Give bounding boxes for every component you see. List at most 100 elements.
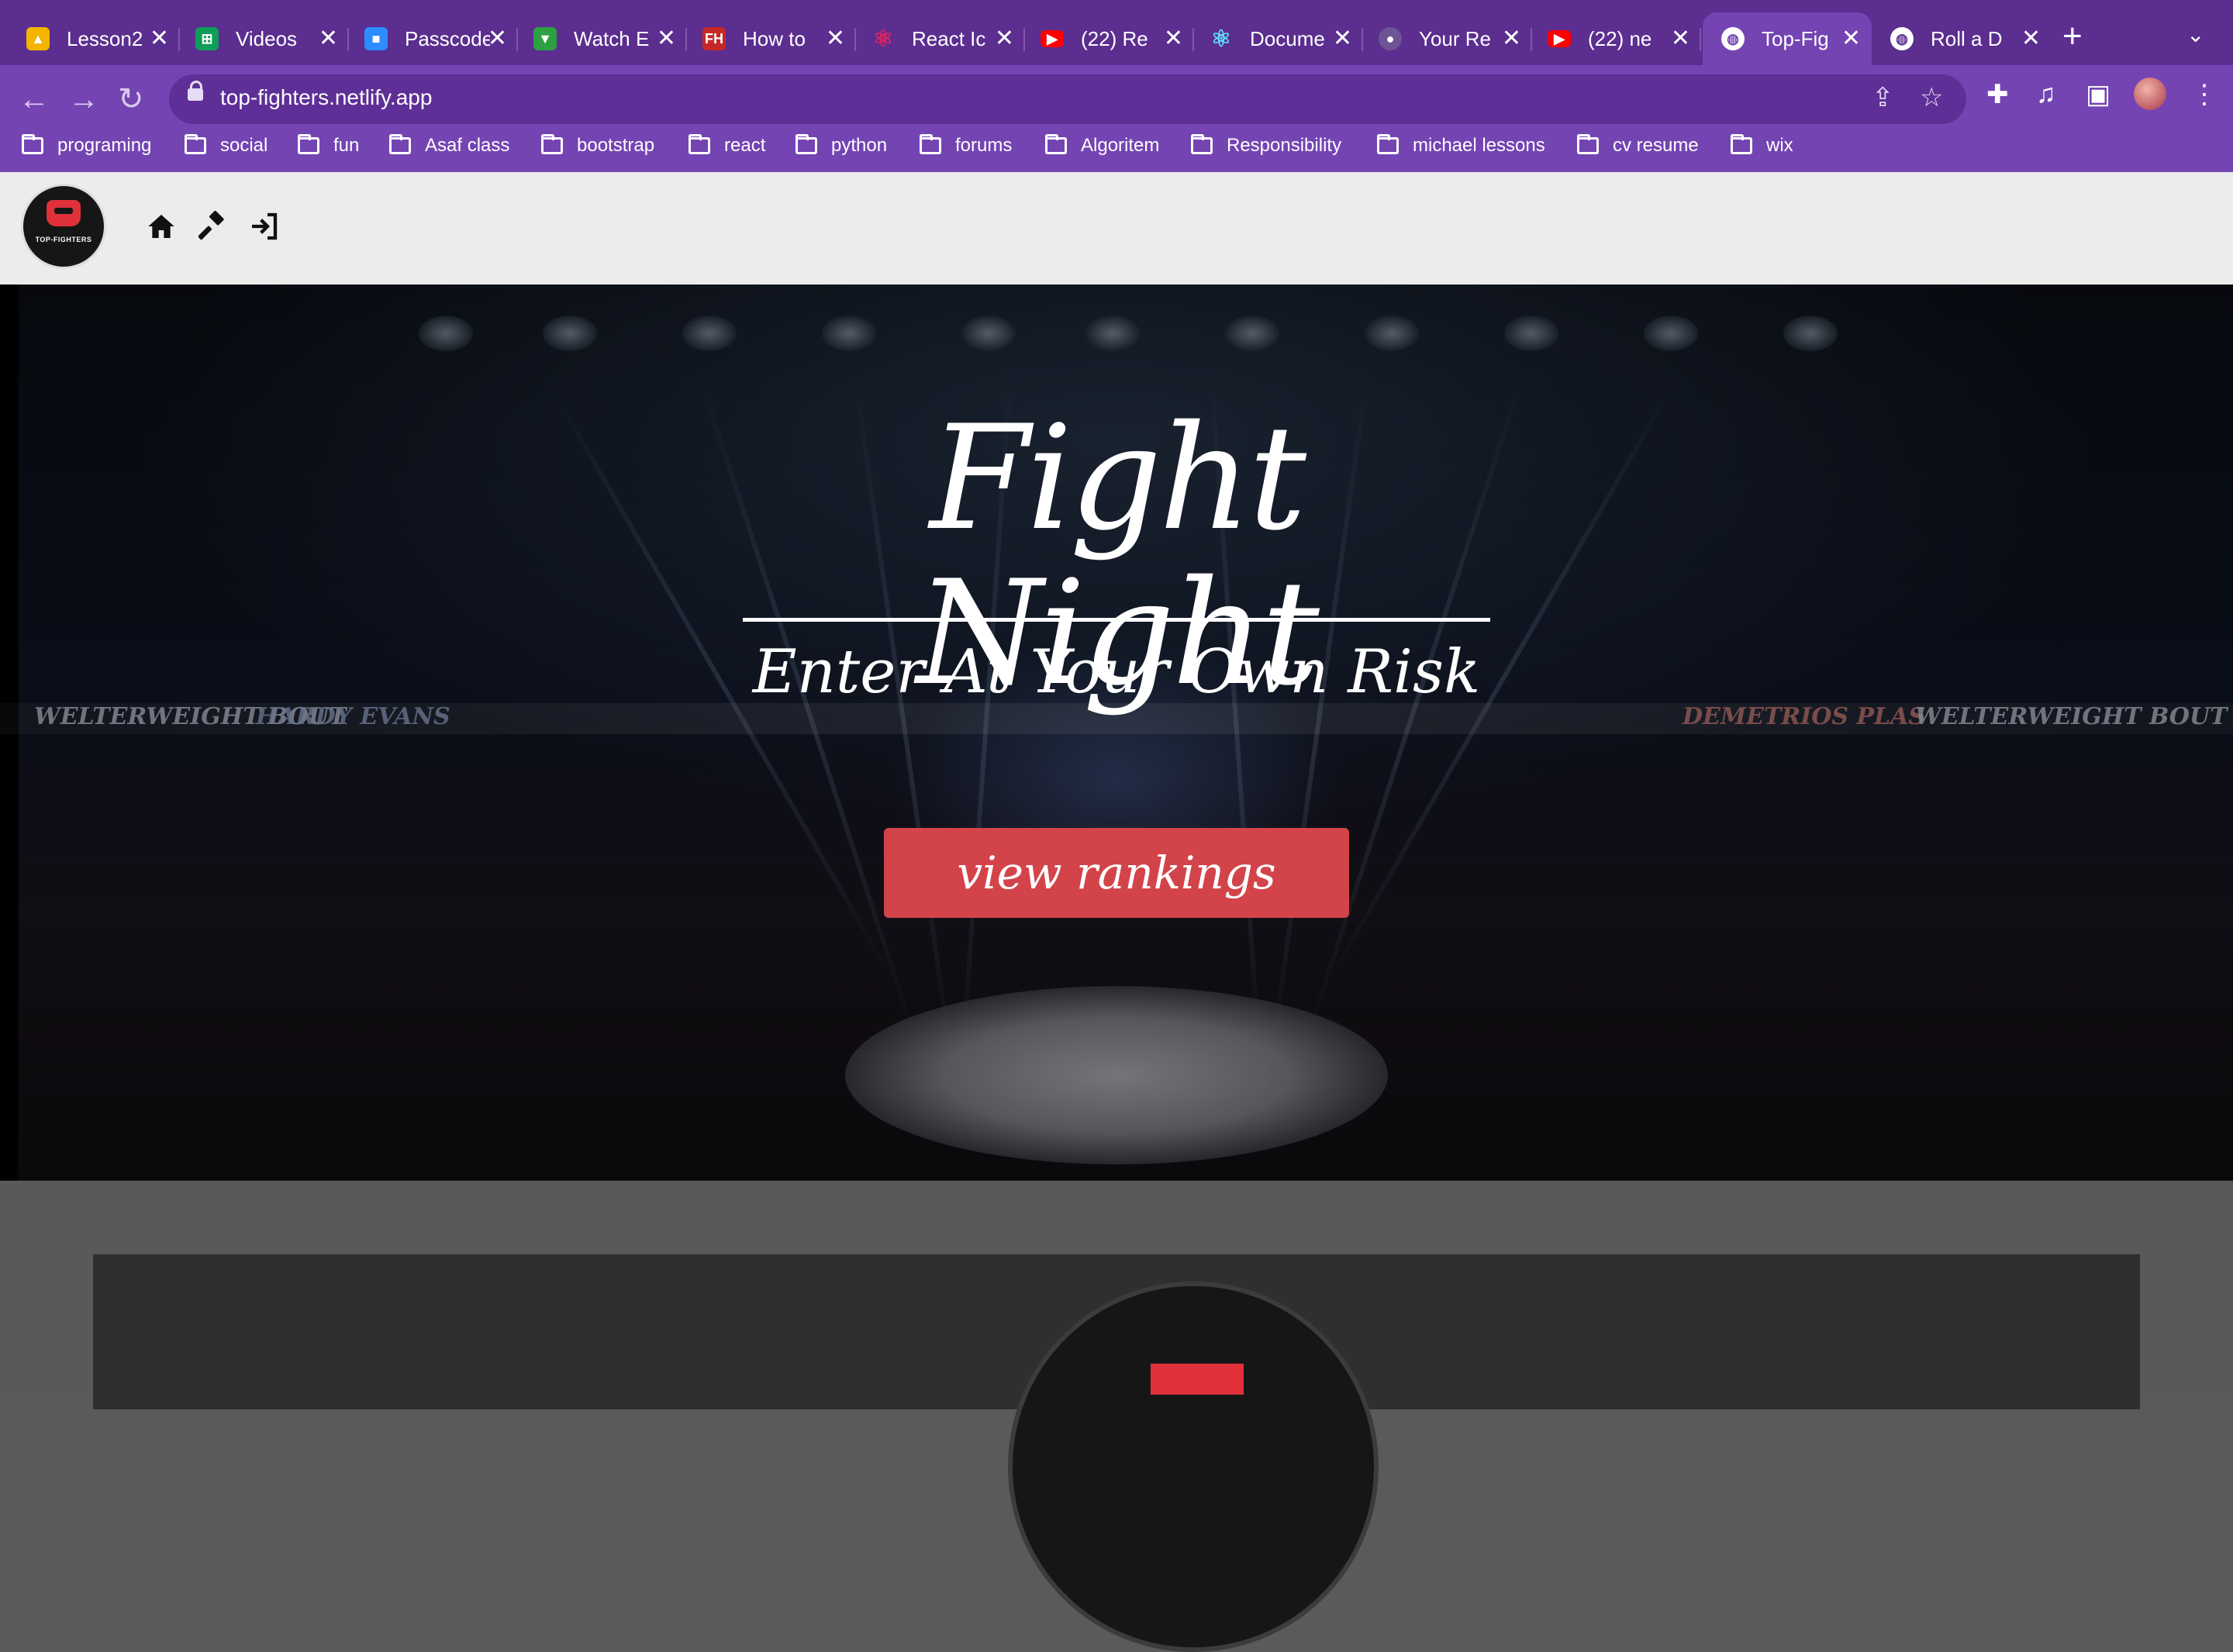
tab-title: Top-Fig bbox=[1762, 26, 1829, 50]
close-icon[interactable]: ✕ bbox=[657, 25, 676, 52]
close-icon[interactable]: ✕ bbox=[488, 25, 507, 52]
reload-icon[interactable]: ↻ bbox=[118, 76, 144, 122]
tab-github[interactable]: ● Your Re ✕ bbox=[1352, 12, 1532, 65]
bookmark-folder[interactable]: cv resume bbox=[1577, 134, 1699, 157]
tab-youtube-1[interactable]: ▶ (22) Re ✕ bbox=[1014, 12, 1194, 65]
close-icon[interactable]: ✕ bbox=[150, 25, 169, 52]
close-icon[interactable]: ✕ bbox=[826, 25, 845, 52]
bookmark-label: fun bbox=[333, 135, 360, 156]
new-tab-button[interactable]: + bbox=[2062, 17, 2083, 56]
youtube-icon: ▶ bbox=[1041, 30, 1064, 47]
folder-icon bbox=[920, 134, 941, 154]
folder-icon bbox=[22, 134, 43, 154]
tab-title: Watch E bbox=[574, 26, 650, 50]
folder-icon bbox=[185, 134, 206, 154]
tab-title: How to bbox=[743, 26, 806, 50]
gavel-icon[interactable] bbox=[198, 211, 230, 242]
tab-how-to[interactable]: FH How to ✕ bbox=[676, 12, 856, 65]
tab-top-fighters[interactable]: ◍ Top-Fig ✕ bbox=[1703, 12, 1872, 65]
close-icon[interactable]: ✕ bbox=[1164, 25, 1183, 52]
tab-title: Roll a D bbox=[1931, 26, 2003, 50]
tab-strip: ▲ Lesson2 ✕ ⊞ Videos ✕ ■ Passcode ✕ ▼ Wa… bbox=[0, 0, 2233, 65]
bookmark-label: programing bbox=[57, 135, 152, 156]
bookmark-label: forums bbox=[955, 135, 1013, 156]
address-bar[interactable]: top-fighters.netlify.app ⇪ ☆ bbox=[169, 74, 1966, 124]
card-logo bbox=[1008, 1281, 1379, 1652]
bookmark-folder[interactable]: react bbox=[689, 134, 765, 157]
folder-icon bbox=[1731, 134, 1752, 154]
back-icon[interactable]: ← bbox=[19, 76, 50, 122]
hero-subtitle: Enter At Your Own Risk bbox=[752, 637, 1481, 707]
bookmark-folder[interactable]: Algoritem bbox=[1045, 134, 1159, 157]
bookmark-folder[interactable]: wix bbox=[1731, 134, 1793, 157]
side-panel-icon[interactable]: ▣ bbox=[2086, 79, 2110, 110]
fist-icon bbox=[1151, 1364, 1244, 1395]
tab-document[interactable]: ⚛ Docume ✕ bbox=[1183, 12, 1363, 65]
tab-search-chevron-icon[interactable]: ⌄ bbox=[2186, 22, 2204, 47]
hero-section: WELTERWEIGHT BOUT HARDY EVANS DEMETRIOS … bbox=[0, 285, 2233, 1181]
bookmarks-bar: programing social fun Asaf class bootstr… bbox=[0, 124, 2233, 171]
url-text: top-fighters.netlify.app bbox=[220, 85, 433, 109]
tab-title: Videos bbox=[236, 26, 298, 50]
bookmark-label: Asaf class bbox=[425, 135, 510, 156]
tab-title: Your Re bbox=[1419, 26, 1491, 50]
bookmark-folder[interactable]: social bbox=[185, 134, 268, 157]
close-icon[interactable]: ✕ bbox=[995, 25, 1014, 52]
bookmark-label: python bbox=[831, 135, 888, 156]
tab-title: Docume bbox=[1250, 26, 1325, 50]
tab-react-icons[interactable]: ⚛ React Ic ✕ bbox=[845, 12, 1025, 65]
forward-icon[interactable]: → bbox=[68, 76, 99, 122]
tab-videos[interactable]: ⊞ Videos ✕ bbox=[169, 12, 349, 65]
site-navbar: TOP-FIGHTERS bbox=[0, 172, 2233, 285]
content-section bbox=[0, 1181, 2233, 1652]
site-logo[interactable]: TOP-FIGHTERS bbox=[23, 186, 104, 267]
bookmark-folder[interactable]: Responsibility bbox=[1191, 134, 1341, 157]
bookmark-folder[interactable]: forums bbox=[920, 134, 1013, 157]
close-icon[interactable]: ✕ bbox=[1333, 25, 1352, 52]
close-icon[interactable]: ✕ bbox=[1671, 25, 1690, 52]
github-icon: ● bbox=[1379, 27, 1402, 50]
react-icon: ⚛ bbox=[872, 26, 894, 52]
tab-roll-a-die[interactable]: ◍ Roll a D ✕ bbox=[1872, 12, 2052, 65]
extensions-puzzle-icon[interactable]: ✚ bbox=[1986, 79, 2009, 110]
profile-avatar[interactable] bbox=[2134, 78, 2166, 110]
lock-icon bbox=[188, 81, 203, 101]
folder-icon bbox=[389, 134, 411, 154]
bookmark-folder[interactable]: Asaf class bbox=[389, 134, 510, 157]
tab-youtube-2[interactable]: ▶ (22) ne ✕ bbox=[1521, 12, 1701, 65]
bookmark-label: bootstrap bbox=[577, 135, 655, 156]
close-icon[interactable]: ✕ bbox=[1502, 25, 1521, 52]
globe-icon: ◍ bbox=[1721, 27, 1745, 50]
tab-lesson2[interactable]: ▲ Lesson2 ✕ bbox=[0, 12, 180, 65]
tab-title: Passcode bbox=[405, 26, 490, 50]
fist-icon bbox=[47, 200, 81, 226]
bookmark-label: social bbox=[220, 135, 268, 156]
fighter-card bbox=[93, 1254, 2140, 1652]
bookmark-star-icon[interactable]: ☆ bbox=[1920, 82, 1943, 113]
globe-icon: ◍ bbox=[1890, 27, 1914, 50]
bookmark-folder[interactable]: michael lessons bbox=[1377, 134, 1545, 157]
logo-text: TOP-FIGHTERS bbox=[35, 236, 92, 243]
tv-icon: ▼ bbox=[533, 27, 557, 50]
folder-icon bbox=[1045, 134, 1067, 154]
close-icon[interactable]: ✕ bbox=[1841, 25, 1861, 52]
tab-title: Lesson2 bbox=[67, 26, 143, 50]
bookmark-folder[interactable]: bootstrap bbox=[541, 134, 655, 157]
google-sheets-icon: ⊞ bbox=[195, 27, 219, 50]
close-icon[interactable]: ✕ bbox=[319, 25, 338, 52]
bookmark-folder[interactable]: fun bbox=[298, 134, 360, 157]
bookmark-folder[interactable]: python bbox=[796, 134, 888, 157]
login-icon[interactable] bbox=[248, 211, 279, 242]
tab-passcode[interactable]: ■ Passcode ✕ bbox=[338, 12, 518, 65]
view-rankings-button[interactable]: view rankings bbox=[884, 828, 1349, 918]
media-control-icon[interactable]: ♫ bbox=[2036, 79, 2056, 109]
folder-icon bbox=[1577, 134, 1599, 154]
bookmark-folder[interactable]: programing bbox=[22, 134, 152, 157]
tab-watch[interactable]: ▼ Watch E ✕ bbox=[507, 12, 687, 65]
close-icon[interactable]: ✕ bbox=[2021, 25, 2041, 52]
home-icon[interactable] bbox=[146, 211, 177, 242]
share-icon[interactable]: ⇪ bbox=[1872, 82, 1894, 113]
folder-icon bbox=[689, 134, 710, 154]
kebab-menu-icon[interactable]: ⋮ bbox=[2191, 79, 2217, 110]
bookmark-label: michael lessons bbox=[1413, 135, 1545, 156]
